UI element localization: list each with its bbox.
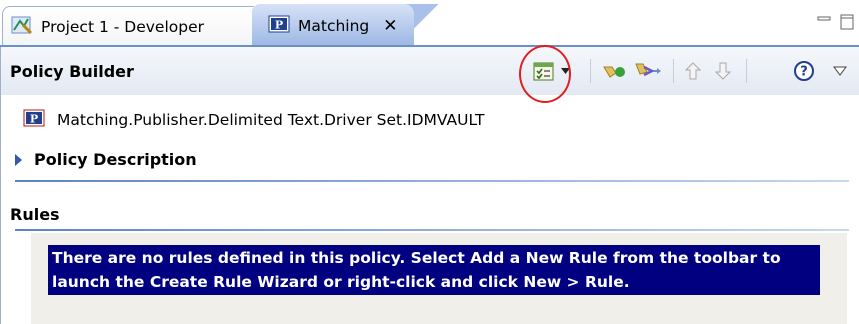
close-icon[interactable]: ✕	[383, 16, 397, 36]
help-icon[interactable]: ?	[791, 59, 817, 83]
rules-list[interactable]: There are no rules defined in this polic…	[31, 233, 847, 324]
view-menu-icon[interactable]	[829, 59, 851, 83]
page-title: Policy Builder	[10, 62, 134, 81]
rules-heading: Rules	[10, 205, 60, 224]
minimize-icon[interactable]	[817, 14, 831, 30]
policy-p-icon: P	[268, 15, 290, 37]
move-up-icon[interactable]	[681, 59, 705, 83]
editor-tab-bar: Project 1 - Developer P Matching ✕	[0, 0, 859, 47]
developer-perspective-icon	[11, 15, 33, 39]
policy-content: P Matching.Publisher.Delimited Text.Driv…	[0, 95, 859, 324]
policy-name: Matching.Publisher.Delimited Text.Driver…	[57, 111, 485, 129]
tab-label: Matching	[298, 16, 370, 35]
tab-project-developer[interactable]: Project 1 - Developer	[2, 6, 260, 46]
section-divider	[15, 180, 849, 182]
policy-name-row: P Matching.Publisher.Delimited Text.Driv…	[23, 109, 484, 131]
enable-rule-icon[interactable]	[601, 59, 629, 83]
tab-matching[interactable]: P Matching ✕	[252, 4, 414, 47]
tab-label: Project 1 - Developer	[41, 17, 204, 36]
toolbar-separator	[746, 59, 747, 83]
section-divider	[15, 229, 849, 231]
move-down-icon[interactable]	[711, 59, 735, 83]
svg-text:P: P	[275, 18, 283, 31]
toolbar-separator	[673, 59, 674, 83]
policy-description-toggle[interactable]: Policy Description	[15, 150, 197, 169]
section-label: Policy Description	[34, 150, 197, 169]
expand-arrow-icon	[15, 153, 22, 166]
empty-rules-message: There are no rules defined in this polic…	[48, 245, 820, 295]
svg-text:P: P	[30, 113, 38, 126]
svg-text:?: ?	[800, 65, 808, 80]
policy-builder-header: Policy Builder ?	[0, 47, 859, 95]
policy-p-icon: P	[23, 109, 45, 131]
simulate-icon[interactable]	[634, 59, 664, 83]
toolbar-separator	[590, 59, 591, 83]
maximize-icon[interactable]	[840, 14, 854, 34]
